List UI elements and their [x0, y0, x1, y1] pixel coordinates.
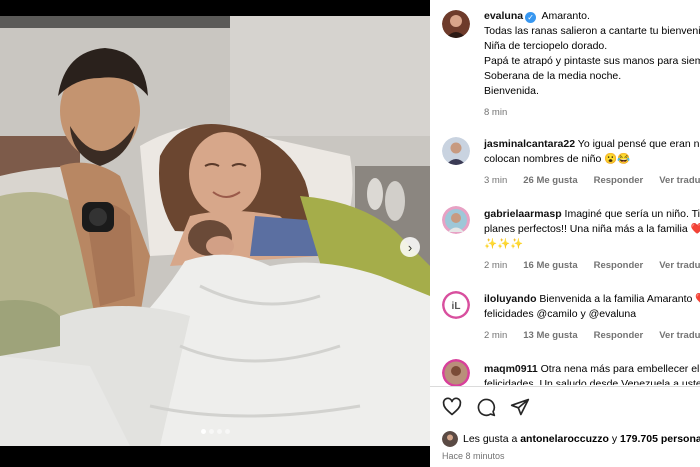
likes-summary: Les gusta a antonelaroccuzzo y 179.705 p…	[442, 431, 700, 447]
comment-avatar[interactable]	[442, 359, 470, 387]
comment-text-line: Otra nena más para embellecer el mundo	[540, 363, 700, 375]
carousel-dot[interactable]	[208, 429, 214, 434]
comment-text-line: felicidades. Un saludo desde Venezuela a…	[484, 378, 700, 385]
carousel-next-button[interactable]: ›	[400, 237, 420, 257]
post-caption: evaluna ✓ Amaranto. Todas las ranas salie…	[484, 9, 700, 99]
comment-avatar[interactable]	[442, 206, 470, 234]
comment-time: 2 min	[484, 260, 508, 271]
liker-avatar[interactable]	[442, 431, 458, 447]
comment-text-line: ✨✨✨	[484, 238, 524, 250]
author-avatar[interactable]	[442, 10, 470, 38]
carousel-dot[interactable]	[200, 429, 206, 434]
svg-text:iL: iL	[452, 301, 461, 312]
carousel-dot[interactable]	[224, 429, 230, 434]
comment-meta: 2 min 16 Me gusta Responder Ver traducción	[484, 260, 700, 271]
photo-illustration	[0, 16, 430, 446]
carousel-indicator	[0, 429, 430, 434]
chevron-right-icon: ›	[407, 239, 413, 255]
comment: jasminalcantara22 Yo igual pensé que era…	[484, 137, 700, 167]
post-photo[interactable]: ›	[0, 16, 430, 446]
translate-button[interactable]: Ver traducción	[659, 330, 700, 341]
comment-text-line: Imaginé que sería un niño. Tiene un nomb…	[564, 208, 700, 220]
posted-time: Hace 8 minutos	[442, 451, 505, 461]
caption-line-0: Amaranto.	[541, 10, 590, 22]
comment-icon[interactable]	[476, 397, 496, 417]
carousel-dot[interactable]	[216, 429, 222, 434]
comment: maqm0911 Otra nena más para embellecer e…	[484, 362, 700, 385]
reply-button[interactable]: Responder	[594, 330, 644, 341]
comment-text-line: Bienvenida a la familia Amaranto ❤️	[539, 293, 700, 305]
reply-button[interactable]: Responder	[594, 260, 644, 271]
comment-meta: 2 min 13 Me gusta Responder Ver traducción	[484, 330, 700, 341]
translate-button[interactable]: Ver traducción	[659, 175, 700, 186]
verified-badge-icon: ✓	[525, 12, 537, 23]
reply-button[interactable]: Responder	[594, 175, 644, 186]
caption-line-5: Bienvenida.	[484, 85, 539, 97]
comment-text-line: Yo igual pensé que eran niños, estos art…	[577, 138, 700, 150]
caption-line-1: Todas las ranas salieron a cantarte tu b…	[484, 25, 700, 37]
caption-meta: 8 min	[484, 107, 523, 118]
comment-time: 2 min	[484, 330, 508, 341]
comment-text-line: felicidades @camilo y @evaluna	[484, 308, 637, 320]
comment-text-line: planes perfectos!! Una niña más a la fam…	[484, 223, 700, 235]
comment-meta: 3 min 26 Me gusta Responder Ver traducción	[484, 175, 700, 186]
comment: gabrielaarmasp Imaginé que sería un niño…	[484, 207, 700, 252]
comment-username[interactable]: jasminalcantara22	[484, 138, 575, 150]
comment-likes[interactable]: 13 Me gusta	[523, 330, 577, 341]
post-actions	[442, 397, 530, 417]
comment-likes[interactable]: 16 Me gusta	[523, 260, 577, 271]
translate-button[interactable]: Ver traducción	[659, 260, 700, 271]
likes-count[interactable]: 179.705 personas	[620, 433, 700, 445]
caption-line-3: Papá te atrapó y pintaste sus manos para…	[484, 55, 700, 67]
caption-line-4: Soberana de la media noche.	[484, 70, 622, 82]
comment-avatar[interactable]	[442, 137, 470, 165]
comment-avatar[interactable]: iL	[442, 291, 470, 319]
comment-username[interactable]: gabrielaarmasp	[484, 208, 562, 220]
comments-panel: evaluna ✓ Amaranto. Todas las ranas salie…	[430, 0, 700, 467]
liker-username[interactable]: antonelaroccuzzo	[520, 433, 609, 445]
share-icon[interactable]	[510, 397, 530, 417]
comment-likes[interactable]: 26 Me gusta	[523, 175, 577, 186]
comment-username[interactable]: maqm0911	[484, 363, 538, 375]
caption-time: 8 min	[484, 107, 508, 118]
post-media: ›	[0, 0, 430, 467]
caption-line-2: Niña de terciopelo dorado.	[484, 40, 608, 52]
comment-username[interactable]: iloluyando	[484, 293, 537, 305]
comment-time: 3 min	[484, 175, 508, 186]
heart-icon[interactable]	[442, 397, 462, 417]
likes-prefix: Les gusta a	[463, 433, 518, 445]
comment-text-line: colocan nombres de niño 😮😂	[484, 153, 631, 165]
comment: iloluyando Bienvenida a la familia Amara…	[484, 292, 700, 322]
likes-connector: y	[611, 433, 618, 445]
divider	[430, 386, 700, 387]
author-username[interactable]: evaluna	[484, 10, 523, 22]
